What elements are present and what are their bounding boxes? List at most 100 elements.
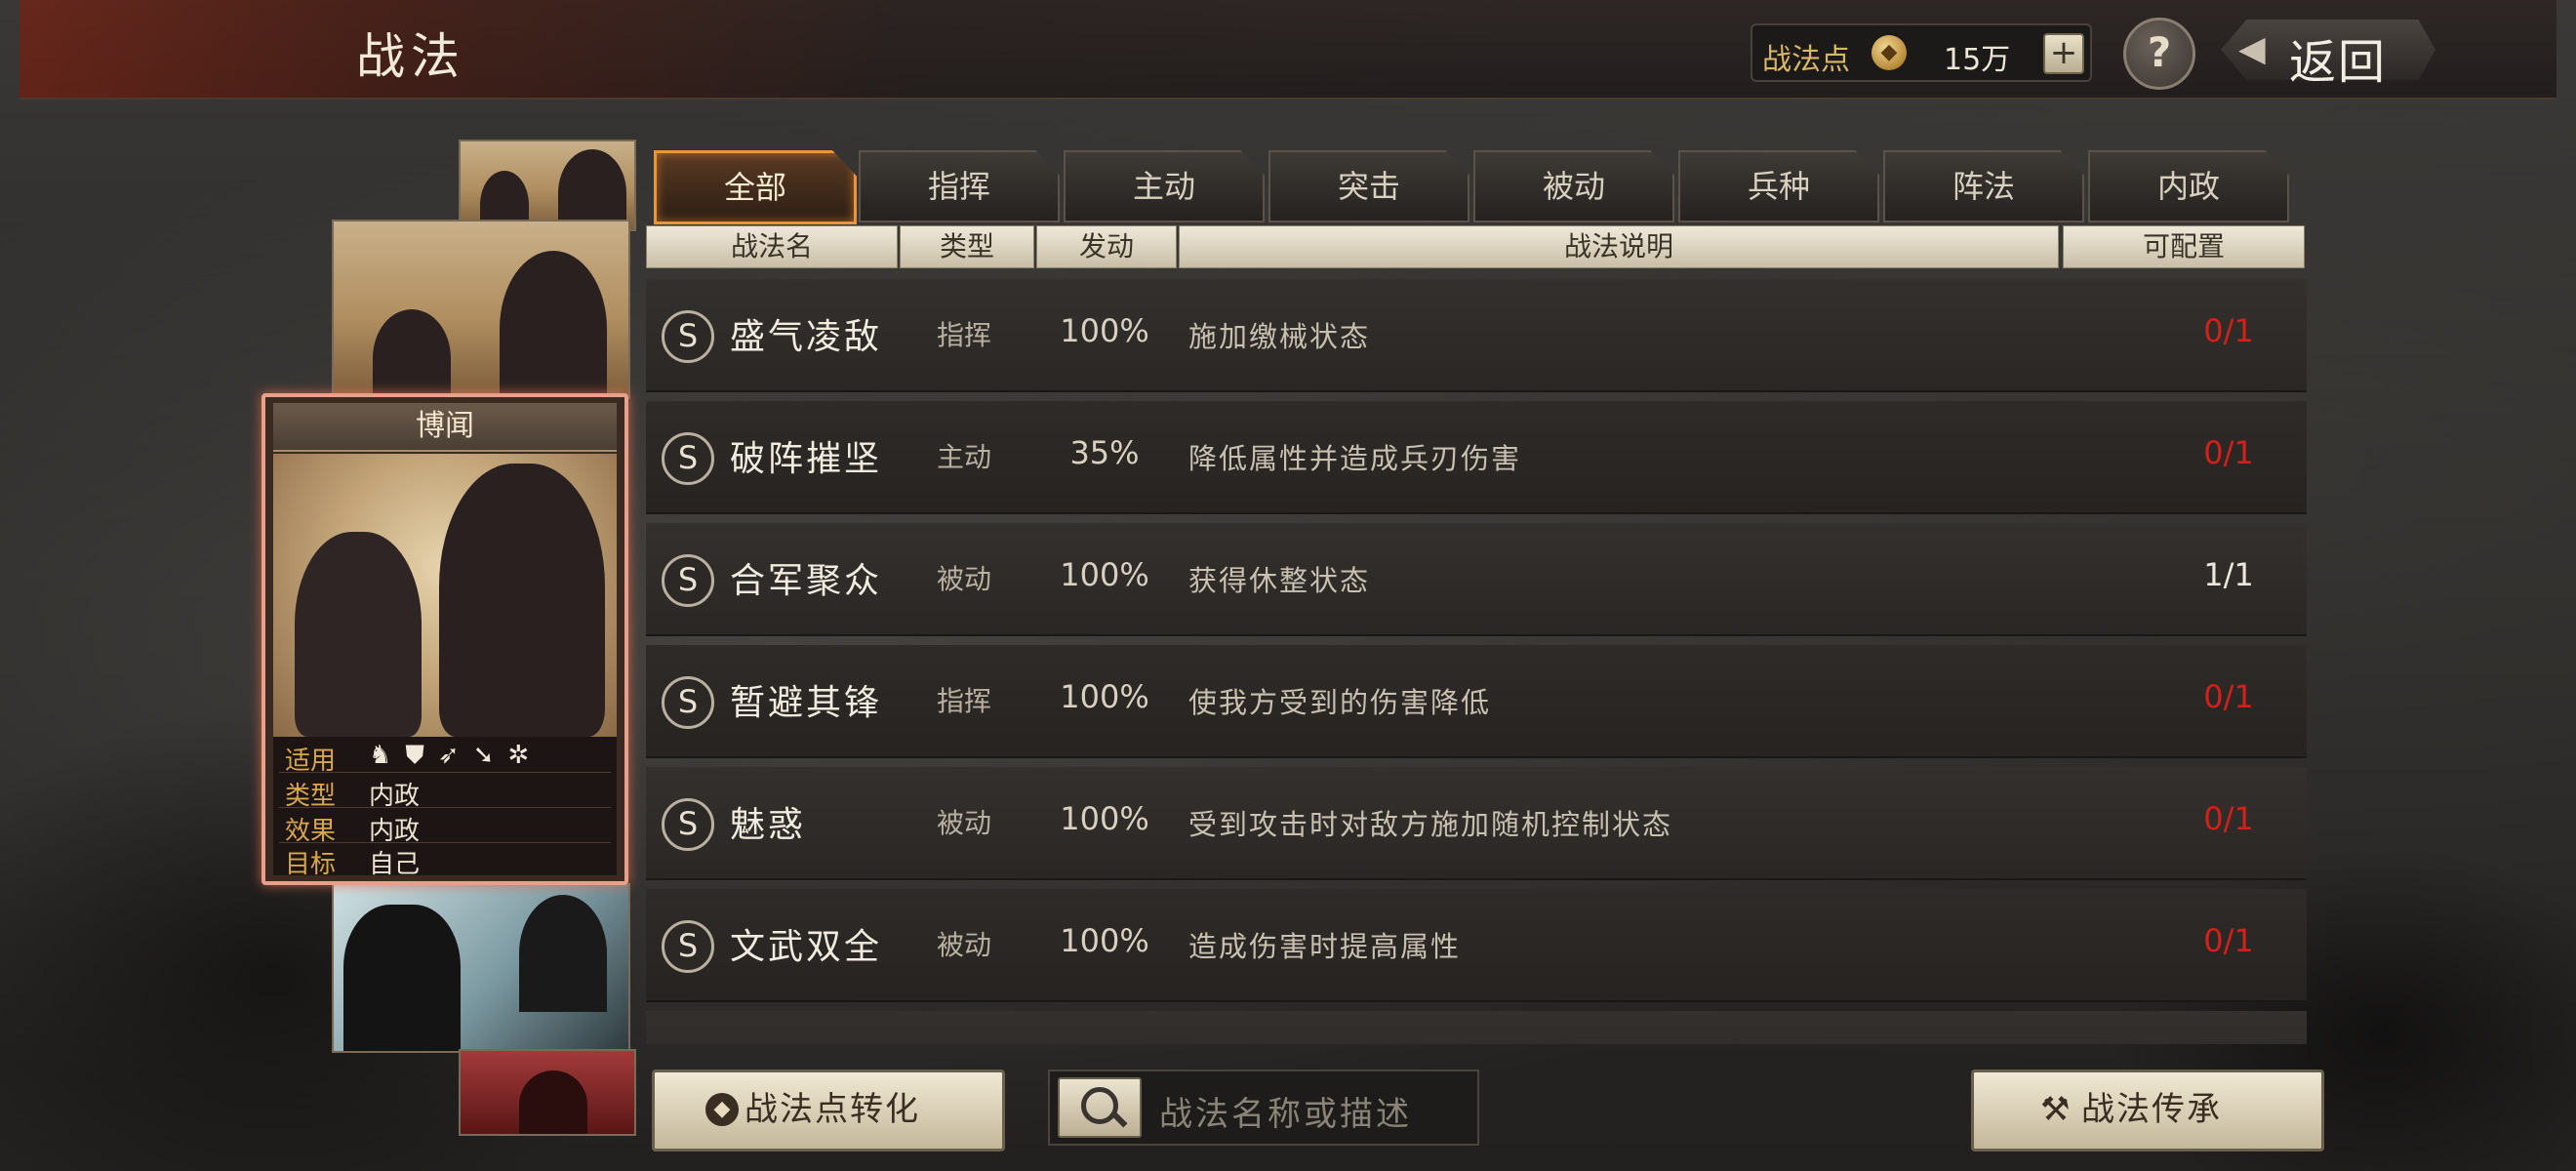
info-value: 自己 bbox=[369, 850, 421, 879]
column-header-name[interactable]: 战法名 bbox=[646, 225, 898, 268]
tactic-config-count: 0/1 bbox=[2203, 800, 2254, 837]
info-key: 适用 bbox=[285, 747, 337, 776]
tactic-config-count: 1/1 bbox=[2203, 556, 2254, 593]
tab-internal-affairs[interactable]: 内政 bbox=[2088, 150, 2289, 222]
table-row[interactable]: S 破阵摧坚 主动 35% 降低属性并造成兵刃伤害 0/1 bbox=[646, 401, 2307, 514]
tab-active[interactable]: 主动 bbox=[1064, 150, 1265, 222]
tactic-rate: 100% bbox=[1060, 678, 1149, 715]
card-info-panel: 适用 ♞⛊➶➘✲ 类型 内政 效果 内政 目标 自己 bbox=[273, 737, 617, 879]
hammer-icon: ⚒ bbox=[2040, 1090, 2071, 1129]
shield-icon: ⛊ bbox=[405, 741, 438, 770]
wheel-icon: ✲ bbox=[507, 741, 543, 770]
tactic-name: 破阵摧坚 bbox=[730, 439, 883, 479]
rarity-s-icon: S bbox=[662, 676, 714, 729]
card-info-row: 目标 自己 bbox=[279, 842, 611, 879]
tactic-name: 暂避其锋 bbox=[730, 683, 883, 723]
tactic-points-label: 战法点 bbox=[1762, 43, 1850, 77]
card-info-row: 适用 ♞⛊➶➘✲ bbox=[279, 739, 611, 776]
tab-command[interactable]: 指挥 bbox=[859, 150, 1060, 222]
header-bar: 战法 战法点 ◆ 15万 + ? ◀ 返回 bbox=[20, 0, 2556, 100]
tactic-rate: 100% bbox=[1060, 312, 1149, 349]
table-row[interactable]: S 合军聚众 被动 100% 获得休整状态 1/1 bbox=[646, 523, 2307, 636]
tab-passive[interactable]: 被动 bbox=[1473, 150, 1674, 222]
tactic-description: 施加缴械状态 bbox=[1188, 320, 1371, 353]
search-icon bbox=[1081, 1087, 1118, 1124]
card-artwork bbox=[273, 454, 617, 737]
unit-type-icons: ♞⛊➶➘✲ bbox=[369, 741, 543, 771]
info-key: 目标 bbox=[285, 850, 337, 879]
help-button[interactable]: ? bbox=[2123, 18, 2195, 90]
page-title: 战法 bbox=[356, 28, 465, 85]
tactic-description: 造成伤害时提高属性 bbox=[1188, 930, 1462, 963]
category-tabs: 全部 指挥 主动 突击 被动 兵种 阵法 内政 bbox=[654, 150, 2289, 224]
tactic-points-panel: 战法点 ◆ 15万 + bbox=[1751, 23, 2092, 82]
search-bar: 战法名称或描述 bbox=[1048, 1070, 1479, 1146]
tab-assault[interactable]: 突击 bbox=[1268, 150, 1469, 222]
tactic-type: 主动 bbox=[937, 441, 992, 473]
tactic-description: 获得休整状态 bbox=[1188, 564, 1371, 597]
search-icon-handle bbox=[1110, 1110, 1128, 1128]
tactic-rate: 35% bbox=[1069, 434, 1140, 471]
selected-tactic-card[interactable]: 博闻 适用 ♞⛊➶➘✲ 类型 内政 效果 内政 目标 自己 bbox=[262, 393, 628, 885]
tactic-type: 被动 bbox=[937, 929, 992, 961]
info-value: 内政 bbox=[369, 782, 421, 811]
tab-troop-type[interactable]: 兵种 bbox=[1678, 150, 1879, 222]
tactic-point-coin-icon: ◆ bbox=[1872, 35, 1907, 70]
tactic-rate: 100% bbox=[1060, 556, 1149, 593]
bow-icon: ➶ bbox=[437, 741, 473, 770]
tactic-config-count: 0/1 bbox=[2203, 312, 2254, 349]
tactic-rate: 100% bbox=[1060, 800, 1149, 837]
tactic-config-count: 0/1 bbox=[2203, 678, 2254, 715]
table-row[interactable]: S 文武双全 被动 100% 造成伤害时提高属性 0/1 bbox=[646, 889, 2307, 1002]
rarity-s-icon: S bbox=[662, 432, 714, 485]
tactic-card-thumbnail[interactable] bbox=[459, 140, 636, 231]
back-button[interactable]: ◀ 返回 bbox=[2221, 16, 2435, 90]
back-arrow-icon: ◀ bbox=[2238, 29, 2266, 69]
tactic-type: 被动 bbox=[937, 807, 992, 839]
tactic-type: 指挥 bbox=[937, 319, 992, 351]
table-row[interactable]: S 暂避其锋 指挥 100% 使我方受到的伤害降低 0/1 bbox=[646, 645, 2307, 758]
tactic-name: 盛气凌敌 bbox=[730, 317, 883, 357]
selected-card-name: 博闻 bbox=[273, 403, 617, 452]
table-header: 战法名 类型 发动 战法说明 可配置 bbox=[646, 225, 2307, 268]
convert-button-label: 战法点转化 bbox=[745, 1090, 920, 1129]
table-row[interactable]: S 盛气凌敌 指挥 100% 施加缴械状态 0/1 bbox=[646, 279, 2307, 392]
tactic-points-value: 15万 bbox=[1944, 43, 2011, 77]
column-header-configurable[interactable]: 可配置 bbox=[2063, 225, 2305, 268]
tactic-description: 使我方受到的伤害降低 bbox=[1188, 686, 1492, 719]
tactic-name: 合军聚众 bbox=[730, 561, 883, 601]
cavalry-icon: ♞ bbox=[369, 741, 406, 770]
table-row[interactable]: S 魅惑 被动 100% 受到攻击时对敌方施加随机控制状态 0/1 bbox=[646, 767, 2307, 880]
card-info-row: 类型 内政 bbox=[279, 774, 611, 811]
tactic-description: 降低属性并造成兵刃伤害 bbox=[1188, 442, 1522, 475]
tactic-card-thumbnail[interactable] bbox=[332, 883, 630, 1053]
rarity-s-icon: S bbox=[662, 920, 714, 973]
tactic-config-count: 0/1 bbox=[2203, 922, 2254, 959]
search-button[interactable] bbox=[1058, 1077, 1142, 1138]
tactic-type: 指挥 bbox=[937, 685, 992, 717]
rarity-s-icon: S bbox=[662, 554, 714, 607]
tactic-list[interactable]: S 盛气凌敌 指挥 100% 施加缴械状态 0/1 S 破阵摧坚 主动 35% … bbox=[646, 279, 2307, 1044]
rarity-s-icon: S bbox=[662, 798, 714, 851]
tactic-card-thumbnail[interactable] bbox=[459, 1049, 636, 1136]
column-header-description: 战法说明 bbox=[1179, 225, 2059, 268]
tactic-name: 文武双全 bbox=[730, 927, 883, 967]
add-points-button[interactable]: + bbox=[2043, 33, 2084, 74]
back-button-label: 返回 bbox=[2289, 35, 2388, 90]
card-info-row: 效果 内政 bbox=[279, 809, 611, 846]
tactic-inherit-button[interactable]: ⚒ 战法传承 bbox=[1971, 1070, 2324, 1151]
tab-all[interactable]: 全部 bbox=[654, 150, 857, 224]
table-row-partial[interactable] bbox=[646, 1011, 2307, 1044]
rarity-s-icon: S bbox=[662, 310, 714, 363]
inherit-button-label: 战法传承 bbox=[2081, 1090, 2222, 1129]
column-header-rate[interactable]: 发动 bbox=[1036, 225, 1177, 268]
tactic-point-coin-icon: ◆ bbox=[705, 1093, 739, 1126]
tactic-card-thumbnail[interactable] bbox=[332, 220, 630, 399]
column-header-type[interactable]: 类型 bbox=[900, 225, 1034, 268]
tab-formation[interactable]: 阵法 bbox=[1883, 150, 2084, 222]
convert-tactic-points-button[interactable]: ◆ 战法点转化 bbox=[652, 1070, 1005, 1151]
search-input[interactable]: 战法名称或描述 bbox=[1159, 1087, 1412, 1135]
tactic-type: 被动 bbox=[937, 563, 992, 595]
info-key: 类型 bbox=[285, 782, 337, 811]
tactic-name: 魅惑 bbox=[730, 805, 807, 845]
